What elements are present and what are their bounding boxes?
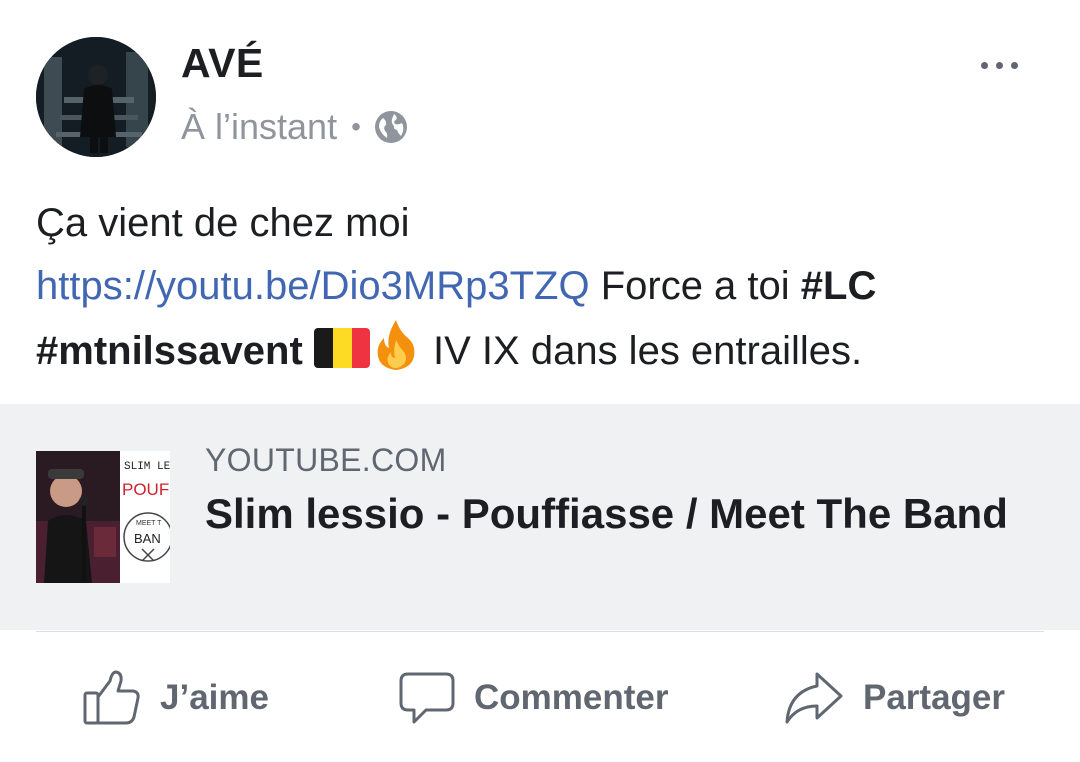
thumbnail-text-1: SLIM LE — [124, 461, 170, 473]
hashtag-lc[interactable]: #LC — [801, 264, 877, 308]
share-label: Partager — [863, 678, 1006, 717]
thumbs-up-icon — [82, 669, 142, 727]
share-arrow-icon — [783, 670, 845, 726]
fire-icon — [370, 318, 422, 372]
globe-icon[interactable] — [373, 109, 409, 145]
link-title[interactable]: Slim lessio - Pouffiasse / Meet The Band — [205, 486, 1025, 542]
post-text-middle: Force a toi — [589, 264, 801, 308]
like-label: J’aime — [160, 678, 269, 717]
avatar[interactable] — [36, 37, 156, 157]
hashtag-mtnilssavent[interactable]: #mtnilssavent — [36, 329, 303, 373]
thumbnail-text-2: POUFFIA — [122, 480, 170, 499]
post-meta: À l’instant • — [181, 106, 409, 148]
timestamp[interactable]: À l’instant — [181, 106, 337, 148]
thumbnail-text-3: MEET T — [136, 520, 162, 527]
comment-button[interactable]: Commenter — [398, 660, 668, 736]
comment-bubble-icon — [398, 670, 456, 726]
author-name[interactable]: AVÉ — [181, 40, 264, 87]
more-dot — [980, 61, 988, 69]
share-button[interactable]: Partager — [783, 660, 1005, 736]
link-preview-card[interactable]: SLIM LE POUFFIA MEET T BAN YOUTUBE.COM S… — [0, 404, 1080, 630]
link-source: YOUTUBE.COM — [205, 442, 447, 478]
post-text: Ça vient de chez moi https://youtu.be/Di… — [36, 192, 1056, 383]
thumbnail-text-4: BAN — [134, 531, 161, 546]
post-text-end: IV IX dans les entrailles. — [421, 329, 863, 373]
avatar-photo — [36, 37, 156, 157]
actions-divider — [36, 631, 1044, 632]
more-options-icon[interactable] — [968, 48, 1030, 82]
belgium-flag-icon — [313, 328, 370, 368]
post-card: AVÉ À l’instant • Ça vient de chez moi h… — [0, 0, 1080, 762]
post-text-body: https://youtu.be/Dio3MRp3TZQ Force a toi… — [36, 255, 1056, 383]
more-dot — [995, 61, 1003, 69]
post-link[interactable]: https://youtu.be/Dio3MRp3TZQ — [36, 264, 590, 308]
meta-separator: • — [351, 111, 361, 142]
link-thumbnail[interactable]: SLIM LE POUFFIA MEET T BAN — [36, 451, 170, 583]
like-button[interactable]: J’aime — [82, 660, 269, 736]
comment-label: Commenter — [474, 678, 669, 717]
post-text-line1: Ça vient de chez moi — [36, 201, 410, 245]
more-dot — [1010, 61, 1018, 69]
